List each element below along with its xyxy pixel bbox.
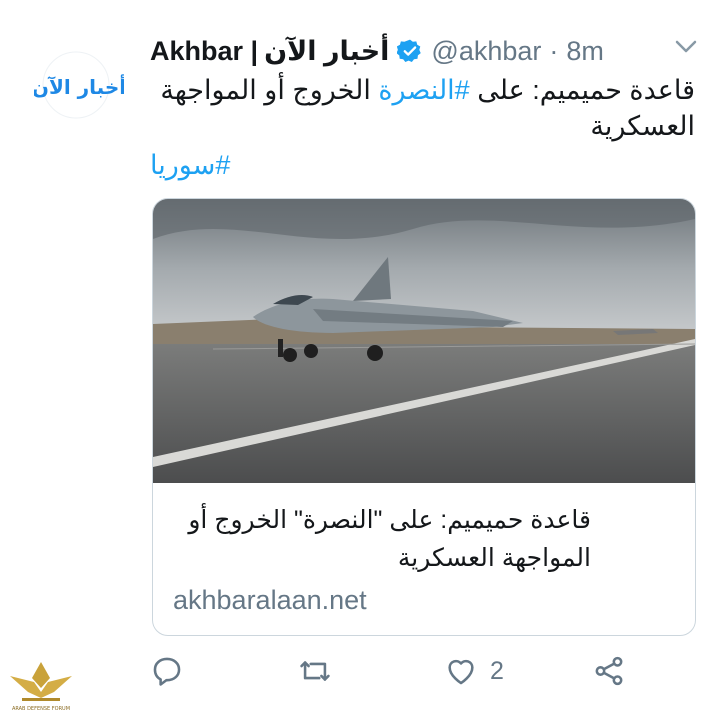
handle[interactable]: @akhbar [431,36,541,67]
tweet-text-part: قاعدة حميميم: على [469,75,695,105]
retweet-button[interactable] [298,654,332,688]
chevron-down-icon[interactable] [674,38,698,56]
display-name[interactable]: Akhbar | [150,36,258,67]
hashtag-link[interactable]: #سوريا [150,150,695,181]
separator-dot: · [549,35,559,66]
reply-icon [153,657,181,686]
share-button[interactable] [592,654,626,688]
tweet-text: قاعدة حميميم: على #النصرة الخروج أو المو… [150,72,695,144]
watermark-logo: ARAB DEFENSE FORUM [10,662,72,712]
like-icon [448,659,474,685]
timestamp[interactable]: 8m [566,36,604,67]
reply-button[interactable] [150,654,184,688]
avatar-logo-text: أخبار الآن [34,73,124,99]
watermark-text: ARAB DEFENSE FORUM [12,706,70,712]
card-domain[interactable]: akhbaralaan.net [173,585,367,616]
verified-icon [397,39,422,63]
tweet-header: Akhbar | أخبار الآن @akhbar · 8m [150,33,700,69]
hashtag-link[interactable]: #النصرة [378,75,469,105]
card-title[interactable]: قاعدة حميميم: على "النصرة" الخروج أو الم… [171,501,591,577]
share-icon [595,656,623,686]
avatar[interactable]: أخبار الآن [32,50,126,120]
link-card[interactable]: قاعدة حميميم: على "النصرة" الخروج أو الم… [152,198,696,636]
display-name-arabic[interactable]: أخبار الآن [264,36,389,67]
retweet-icon [300,661,330,681]
like-count: 2 [490,656,504,685]
card-image[interactable] [153,199,695,483]
tweet-actions: 2 [150,654,670,698]
like-button[interactable]: 2 [444,654,504,688]
